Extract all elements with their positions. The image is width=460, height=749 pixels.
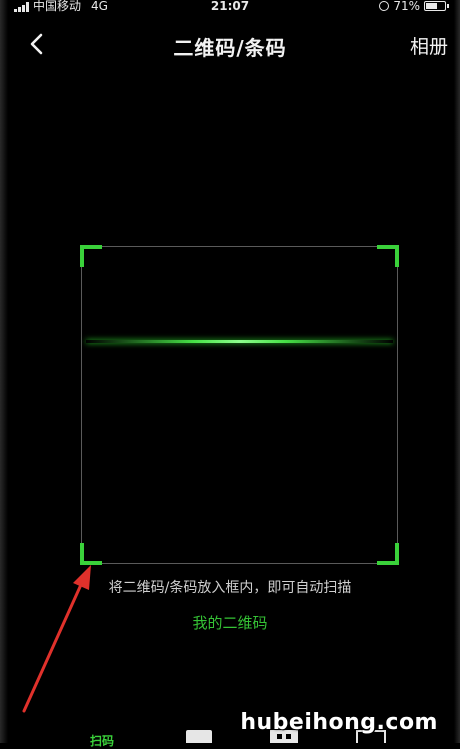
tab-cover[interactable] — [186, 730, 212, 743]
scan-frame-corner-top-left — [80, 245, 102, 267]
scan-frame-corner-top-right — [377, 245, 399, 267]
battery-percent: 71% — [393, 0, 420, 13]
rotation-lock-icon — [379, 1, 390, 11]
page-title: 二维码/条码 — [173, 36, 287, 60]
scan-line — [86, 340, 393, 343]
status-bar: 中国移动 4G 21:07 71% — [14, 0, 449, 14]
tab-scan-label: 扫码 — [90, 734, 115, 748]
cover-icon — [186, 730, 212, 743]
album-button[interactable]: 相册 — [410, 32, 448, 59]
scan-frame — [80, 245, 399, 565]
tab-scan-qrcode[interactable]: 扫码 — [90, 730, 126, 748]
scan-hint: 将二维码/条码放入框内，即可自动扫描 — [108, 580, 352, 596]
battery-icon — [424, 1, 449, 11]
scan-frame-corner-bottom-right — [377, 543, 399, 565]
status-right: 71% — [379, 0, 449, 13]
scan-frame-corner-bottom-left — [80, 543, 102, 565]
watermark: hubeihong.com — [240, 710, 438, 735]
my-qrcode-link[interactable]: 我的二维码 — [0, 612, 460, 633]
navigation-bar: 二维码/条码 相册 — [0, 22, 460, 66]
